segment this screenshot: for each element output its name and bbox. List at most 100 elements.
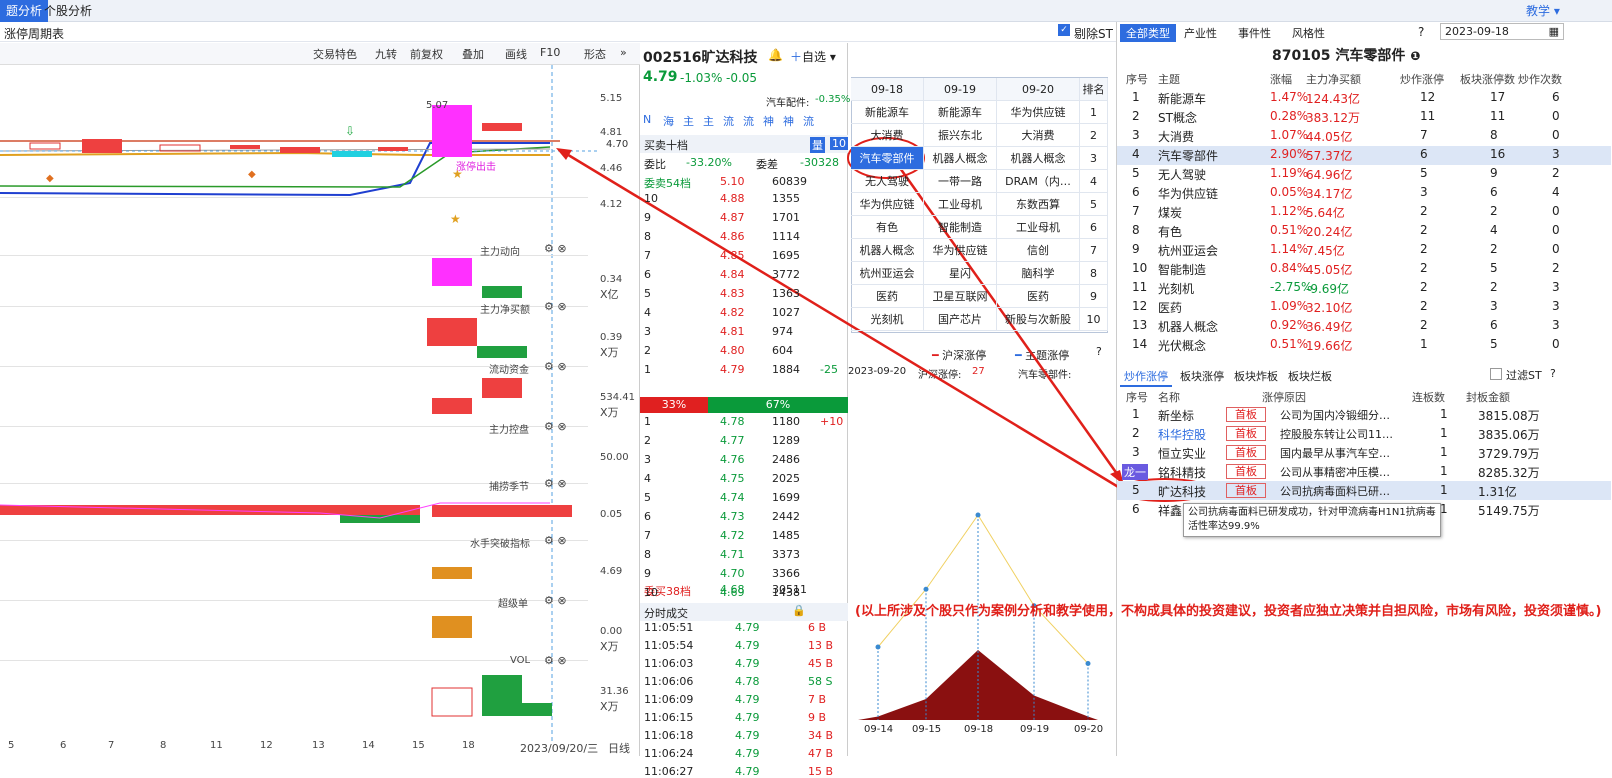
ob-volume: 3366 xyxy=(772,567,800,580)
ob-price: 4.88 xyxy=(720,192,745,205)
right-cell[interactable]: ST概念 xyxy=(1158,109,1197,126)
ob-row: 4 4.82 1027 xyxy=(640,306,848,324)
settings-icon[interactable]: ⚙ ⊗ xyxy=(544,300,567,313)
matrix-cell[interactable]: 医药 xyxy=(851,285,924,308)
matrix-cell[interactable]: 国产芯片 xyxy=(924,308,997,331)
ob-volume: 1363 xyxy=(772,287,800,300)
matrix-cell[interactable]: 杭州亚运会 xyxy=(851,262,924,285)
matrix-cell[interactable]: 光刻机 xyxy=(851,308,924,331)
settings-icon[interactable]: ⚙ ⊗ xyxy=(544,242,567,255)
matrix-cell[interactable]: 医药 xyxy=(997,285,1080,308)
matrix-header: 09-19 xyxy=(924,78,997,101)
ob-price: 4.87 xyxy=(720,211,745,224)
right-cell[interactable]: 光伏概念 xyxy=(1158,337,1206,354)
right-cell: 57.37亿 xyxy=(1306,149,1353,163)
limitup-reason: 公司从事精密冲压模… xyxy=(1280,466,1390,479)
right-cell[interactable]: 机器人概念 xyxy=(1158,318,1218,335)
tick-time: 11:06:24 xyxy=(644,747,694,760)
settings-icon[interactable]: ⚙ ⊗ xyxy=(544,534,567,547)
matrix-cell[interactable]: 卫星互联网 xyxy=(924,285,997,308)
matrix-cell[interactable]: DRAM（内… xyxy=(997,170,1080,193)
indicator-unit: X万 xyxy=(600,346,619,359)
right-col-header: 炒作次数 xyxy=(1518,73,1562,86)
settings-icon[interactable]: ⚙ ⊗ xyxy=(544,594,567,607)
matrix-cell[interactable]: 信创 xyxy=(997,239,1080,262)
right-cell[interactable]: 有色 xyxy=(1158,223,1182,240)
limitup-tab[interactable]: 炒作涨停 xyxy=(1120,367,1172,387)
matrix-cell[interactable]: 有色 xyxy=(851,216,924,239)
mid-x-tick: 09-15 xyxy=(912,724,942,735)
settings-icon[interactable]: ⚙ ⊗ xyxy=(544,477,567,490)
matrix-cell[interactable]: 新股与次新股 xyxy=(997,308,1080,331)
indicator-value: 50.00 xyxy=(600,452,629,463)
matrix-cell[interactable]: 工业母机 xyxy=(997,216,1080,239)
limitup-tab[interactable]: 板块烂板 xyxy=(1284,367,1336,385)
settings-icon[interactable]: ⚙ ⊗ xyxy=(544,420,567,433)
matrix-cell[interactable]: 一带一路 xyxy=(924,170,997,193)
limitup-name[interactable]: 旷达科技 xyxy=(1158,483,1206,500)
matrix-cell[interactable]: 振兴东北 xyxy=(924,124,997,147)
matrix-cell[interactable]: 星闪 xyxy=(924,262,997,285)
right-cell: 2 xyxy=(1420,299,1428,313)
right-cell: 5.64亿 xyxy=(1306,206,1345,220)
right-cell: 5 xyxy=(1420,166,1428,180)
matrix-cell[interactable]: 机器人概念 xyxy=(997,147,1080,170)
matrix-cell[interactable]: 智能制造 xyxy=(924,216,997,239)
limitup-name[interactable]: 恒立实业 xyxy=(1158,445,1206,462)
matrix-cell[interactable]: 机器人概念 xyxy=(924,147,997,170)
right-cell[interactable]: 汽车零部件 xyxy=(1158,147,1218,164)
right-cell[interactable]: 大消费 xyxy=(1158,128,1194,145)
matrix-header: 09-20 xyxy=(997,78,1080,101)
matrix-cell[interactable]: 大消费 xyxy=(851,124,924,147)
limitup-tab[interactable]: 板块炸板 xyxy=(1230,367,1282,385)
limitup-col-header: 涨停原因 xyxy=(1262,391,1306,404)
settings-icon[interactable]: ⚙ ⊗ xyxy=(544,360,567,373)
limitup-name[interactable]: 祥鑫 xyxy=(1158,502,1182,519)
right-cell: 11 xyxy=(1490,109,1506,123)
ob-level: 4 xyxy=(644,472,651,485)
settings-icon[interactable]: ⚙ ⊗ xyxy=(544,654,567,667)
right-cell[interactable]: 杭州亚运会 xyxy=(1158,242,1218,259)
right-cell: 0 xyxy=(1552,109,1560,123)
x-tick: 8 xyxy=(160,740,167,751)
indicator-name: 水手突破指标 xyxy=(470,539,530,550)
right-cell[interactable]: 煤炭 xyxy=(1158,204,1182,221)
right-cell: 0 xyxy=(1552,128,1560,142)
matrix-cell[interactable]: 华为供应链 xyxy=(997,101,1080,124)
right-cell: 11 xyxy=(1132,280,1148,294)
right-tab[interactable]: 事件性 xyxy=(1232,24,1277,42)
right-tab[interactable]: 产业性 xyxy=(1178,24,1223,42)
matrix-cell[interactable]: 汽车零部件 xyxy=(851,147,924,170)
matrix-cell[interactable]: 无人驾驶 xyxy=(851,170,924,193)
limitup-name[interactable]: 铭科精技 xyxy=(1158,464,1206,481)
matrix-cell[interactable]: 华为供应链 xyxy=(851,193,924,216)
right-cell[interactable]: 智能制造 xyxy=(1158,261,1206,278)
right-cell[interactable]: 医药 xyxy=(1158,299,1182,316)
matrix-cell[interactable]: 机器人概念 xyxy=(851,239,924,262)
limitup-index: 1 xyxy=(1132,407,1140,421)
right-cell[interactable]: 华为供应链 xyxy=(1158,185,1218,202)
limitup-name[interactable]: 新坐标 xyxy=(1158,407,1194,424)
matrix-cell[interactable]: 东数西算 xyxy=(997,193,1080,216)
matrix-cell: 5 xyxy=(1080,193,1108,216)
right-tab[interactable]: 全部类型 xyxy=(1120,24,1176,42)
matrix-cell[interactable]: 新能源车 xyxy=(851,101,924,124)
ob-volume: 2486 xyxy=(772,453,800,466)
limitup-name[interactable]: 科华控股 xyxy=(1158,426,1206,443)
matrix-cell[interactable]: 新能源车 xyxy=(924,101,997,124)
limitup-tab[interactable]: 板块涨停 xyxy=(1176,367,1228,385)
right-cell[interactable]: 光刻机 xyxy=(1158,280,1194,297)
right-cell[interactable]: 新能源车 xyxy=(1158,90,1206,107)
limitup-index: 3 xyxy=(1132,445,1140,459)
right-cell: 1.14% xyxy=(1270,242,1309,256)
matrix-cell[interactable]: 脑科学 xyxy=(997,262,1080,285)
matrix-cell[interactable]: 工业母机 xyxy=(924,193,997,216)
x-tick: 14 xyxy=(362,740,375,751)
right-cell[interactable]: 无人驾驶 xyxy=(1158,166,1206,183)
ob-volume: 1699 xyxy=(772,491,800,504)
right-tab[interactable]: 风格性 xyxy=(1286,24,1331,42)
indicator-unit: X万 xyxy=(600,640,619,653)
matrix-cell[interactable]: 华为供应链 xyxy=(924,239,997,262)
matrix-cell[interactable]: 大消费 xyxy=(997,124,1080,147)
ob-row: 8 4.71 3373 xyxy=(640,548,848,566)
